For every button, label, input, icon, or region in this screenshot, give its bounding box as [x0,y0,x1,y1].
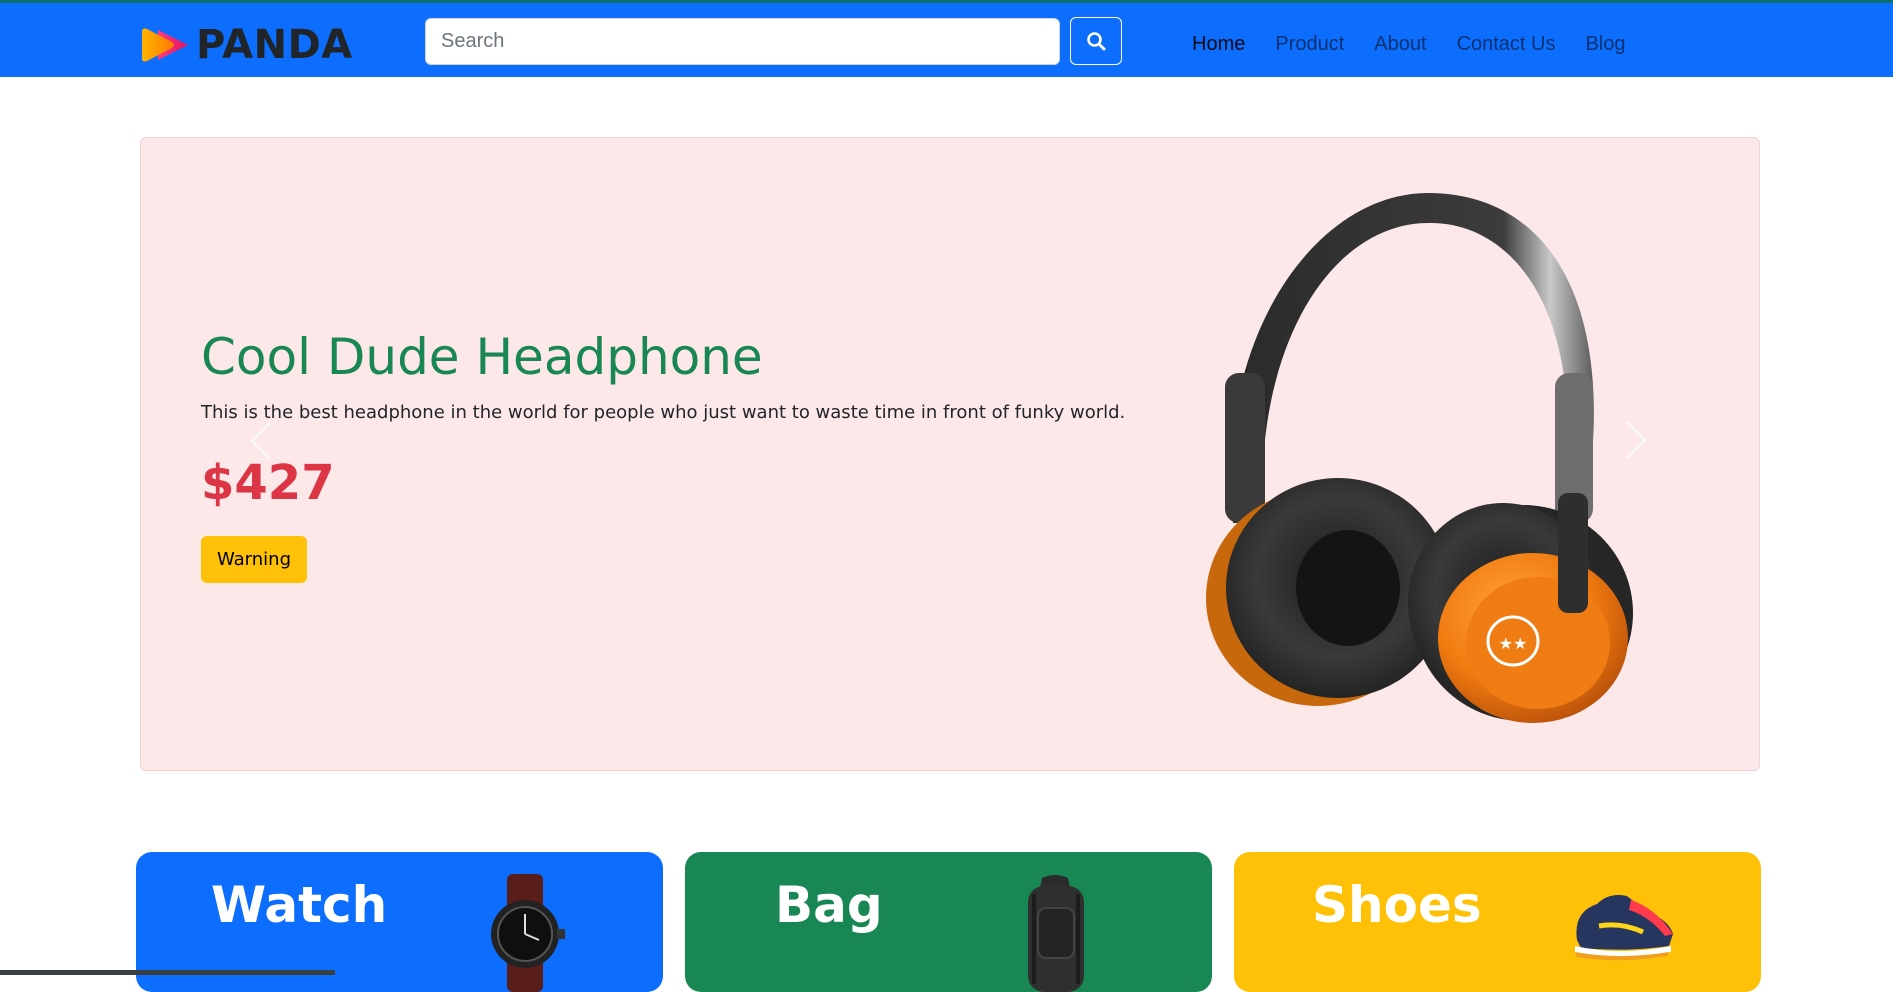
nav-link-blog[interactable]: Blog [1586,29,1626,59]
hero-description: This is the best headphone in the world … [201,402,1126,423]
category-title-watch: Watch [211,876,388,934]
navbar: PANDA Home Product About Contact Us Blog [0,3,1893,77]
backpack-image [1028,875,1084,992]
search-icon [1087,32,1106,51]
carousel-prev-button[interactable] [241,413,281,469]
carousel-next-button[interactable] [1616,400,1656,480]
category-card-shoes[interactable]: Shoes [1234,852,1761,992]
hero-carousel: Cool Dude Headphone This is the best hea… [140,137,1760,771]
hero-title: Cool Dude Headphone [201,328,763,386]
category-card-bag[interactable]: Bag [685,852,1212,992]
nav-link-product[interactable]: Product [1275,29,1344,59]
headphone-image: ★★ [1206,193,1633,723]
svg-text:★★: ★★ [1499,634,1528,653]
brand[interactable]: PANDA [138,25,353,65]
chevron-right-icon [1626,421,1647,459]
watch-image [491,874,565,992]
brand-name: PANDA [196,22,353,68]
nav-link-contact-us[interactable]: Contact Us [1457,29,1556,59]
warning-button[interactable]: Warning [201,536,308,583]
sneaker-image [1575,895,1673,961]
category-title-bag: Bag [775,876,883,934]
nav-link-home[interactable]: Home [1192,29,1245,59]
category-title-shoes: Shoes [1312,876,1482,934]
nav-links: Home Product About Contact Us Blog [1192,29,1656,59]
search-input[interactable] [425,18,1060,65]
search-button[interactable] [1070,17,1122,65]
nav-link-about[interactable]: About [1374,29,1426,59]
play-arrow-logo-icon [142,28,188,62]
chevron-left-icon [250,422,271,460]
bottom-scroll-indicator [0,970,335,975]
